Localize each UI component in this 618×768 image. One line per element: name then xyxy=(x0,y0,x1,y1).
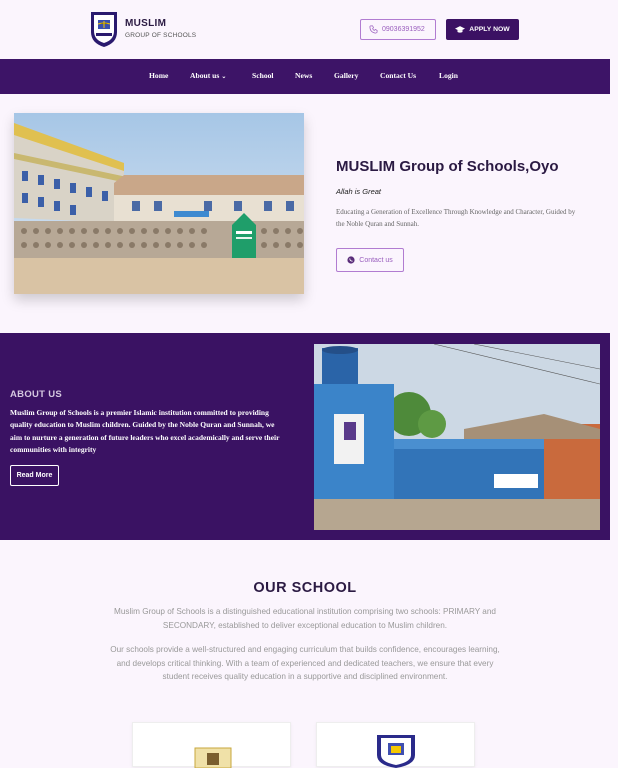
hero-tagline: Allah is Great xyxy=(336,187,382,196)
school-card-primary[interactable] xyxy=(132,722,291,768)
top-header: MUSLIM GROUP OF SCHOOLS 09036391952 APPL… xyxy=(0,0,618,58)
about-heading: ABOUT US xyxy=(10,389,63,400)
contact-us-button[interactable]: Contact us xyxy=(336,248,404,272)
school-card-secondary[interactable] xyxy=(316,722,475,768)
nav-item-about-us[interactable]: About us ⌄ xyxy=(190,71,226,80)
crest-logo-icon[interactable] xyxy=(89,10,119,48)
nav-item-news[interactable]: News xyxy=(295,71,312,80)
apply-now-label: APPLY NOW xyxy=(469,26,510,33)
about-gate-photo xyxy=(314,344,600,530)
main-navbar: Home About us ⌄ School News Gallery Conta… xyxy=(0,59,610,94)
our-school-paragraph-1: Muslim Group of Schools is a distinguish… xyxy=(114,607,496,630)
apply-now-button[interactable]: APPLY NOW xyxy=(446,19,519,40)
phone-number: 09036391952 xyxy=(382,26,425,33)
brand-title: MUSLIM xyxy=(125,18,167,29)
phone-button[interactable]: 09036391952 xyxy=(360,19,436,40)
our-school-paragraph-2: Our schools provide a well-structured an… xyxy=(110,645,500,681)
nav-item-gallery[interactable]: Gallery xyxy=(334,71,358,80)
hero-description: Educating a Generation of Excellence Thr… xyxy=(336,208,576,228)
nav-item-contact-us[interactable]: Contact Us xyxy=(380,71,416,80)
nav-item-home[interactable]: Home xyxy=(149,71,168,80)
hero-title: MUSLIM Group of Schools,Oyo xyxy=(336,158,559,175)
read-more-button[interactable]: Read More xyxy=(10,465,59,486)
primary-school-logo-icon xyxy=(193,743,233,768)
our-school-heading: OUR SCHOOL xyxy=(253,580,357,596)
nav-item-school[interactable]: School xyxy=(252,71,274,80)
about-section: ABOUT US Muslim Group of Schools is a pr… xyxy=(0,333,610,540)
nav-list: Home About us ⌄ School News Gallery Conta… xyxy=(0,59,610,94)
graduation-cap-icon xyxy=(455,26,466,33)
contact-us-label: Contact us xyxy=(359,256,393,264)
whatsapp-icon xyxy=(347,256,355,264)
about-text: Muslim Group of Schools is a premier Isl… xyxy=(10,408,280,454)
nav-item-login[interactable]: Login xyxy=(439,71,458,80)
secondary-school-logo-icon xyxy=(377,735,415,768)
hero-school-photo xyxy=(14,113,304,294)
phone-icon xyxy=(369,25,378,34)
brand-subtitle: GROUP OF SCHOOLS xyxy=(125,32,197,39)
chevron-down-icon: ⌄ xyxy=(221,74,227,80)
